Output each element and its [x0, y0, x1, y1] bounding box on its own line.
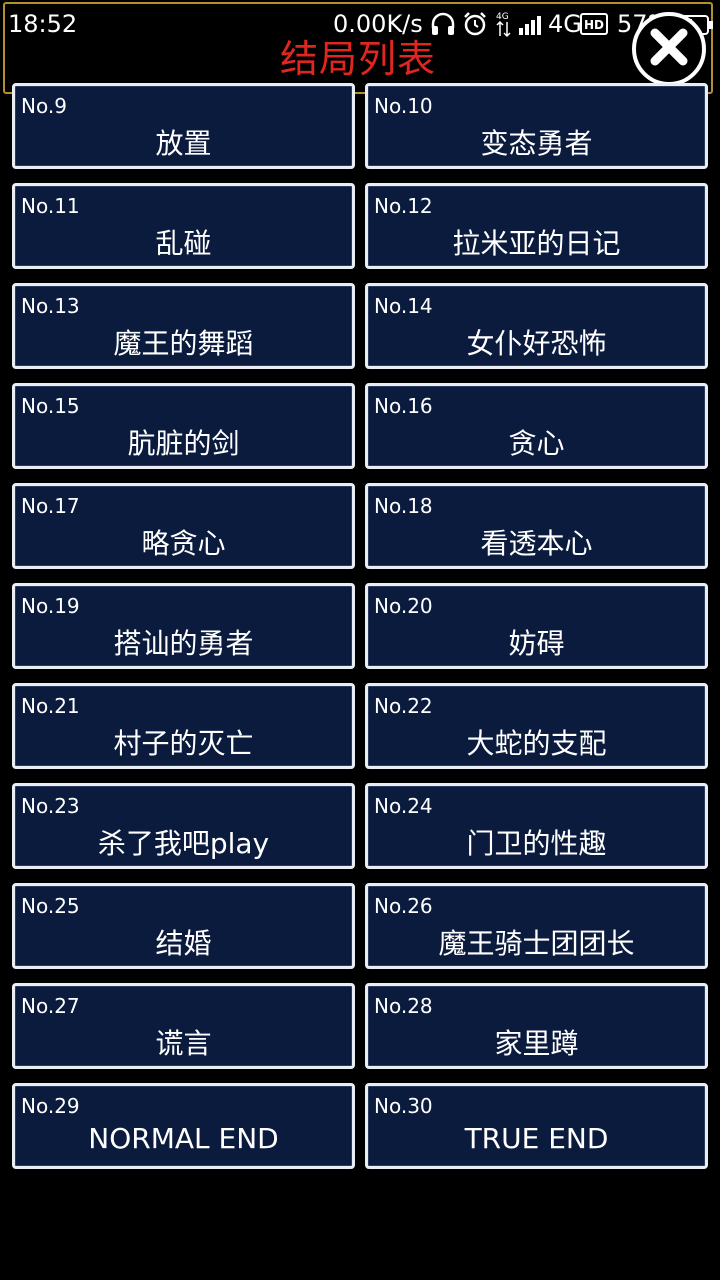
signal-icon [518, 12, 546, 42]
ending-number: No.13 [21, 294, 80, 318]
svg-text:HD: HD [584, 18, 604, 32]
ending-number: No.17 [21, 494, 80, 518]
ending-number: No.14 [374, 294, 433, 318]
ending-name: 贪心 [508, 427, 565, 460]
data-arrows-icon: 4G [494, 10, 514, 44]
status-time: 18:52 [8, 10, 78, 38]
ending-card[interactable]: No.17 略贪心 [12, 483, 355, 569]
ending-name: NORMAL END [88, 1122, 279, 1155]
ending-number: No.10 [374, 94, 433, 118]
ending-name: 看透本心 [480, 527, 593, 560]
status-net-speed: 0.00K/s [333, 10, 423, 38]
ending-name: 略贪心 [141, 527, 226, 560]
ending-card[interactable]: No.26 魔王骑士团团长 [365, 883, 708, 969]
ending-number: No.24 [374, 794, 433, 818]
ending-number: No.19 [21, 594, 80, 618]
ending-card[interactable]: No.11 乱碰 [12, 183, 355, 269]
ending-card[interactable]: No.20 妨碍 [365, 583, 708, 669]
ending-card[interactable]: No.12 拉米亚的日记 [365, 183, 708, 269]
ending-number: No.12 [374, 194, 433, 218]
ending-name: TRUE END [464, 1122, 609, 1155]
ending-name: 门卫的性趣 [466, 827, 607, 860]
ending-number: No.16 [374, 394, 433, 418]
ending-card[interactable]: No.13 魔王的舞蹈 [12, 283, 355, 369]
ending-name: 谎言 [155, 1027, 212, 1060]
headphones-icon [430, 12, 456, 42]
ending-number: No.27 [21, 994, 80, 1018]
ending-number: No.25 [21, 894, 80, 918]
alarm-icon [462, 11, 488, 43]
ending-name: 结婚 [155, 927, 212, 960]
ending-number: No.29 [21, 1094, 80, 1118]
ending-card[interactable]: No.27 谎言 [12, 983, 355, 1069]
ending-number: No.22 [374, 694, 433, 718]
ending-name: 妨碍 [508, 627, 565, 660]
ending-number: No.23 [21, 794, 80, 818]
ending-card[interactable]: No.23 杀了我吧play [12, 783, 355, 869]
ending-number: No.30 [374, 1094, 433, 1118]
hd-icon: HD [580, 12, 608, 42]
ending-card[interactable]: No.18 看透本心 [365, 483, 708, 569]
ending-name: 肮脏的剑 [127, 427, 240, 460]
ending-card[interactable]: No.16 贪心 [365, 383, 708, 469]
ending-name: 杀了我吧play [97, 827, 270, 860]
ending-card[interactable]: No.10 变态勇者 [365, 83, 708, 169]
ending-name: 搭讪的勇者 [113, 627, 254, 660]
ending-card[interactable]: No.28 家里蹲 [365, 983, 708, 1069]
ending-name: 乱碰 [155, 227, 212, 260]
ending-name: 魔王的舞蹈 [113, 327, 254, 360]
ending-name: 家里蹲 [494, 1027, 579, 1060]
close-icon [647, 25, 691, 73]
ending-number: No.15 [21, 394, 80, 418]
ending-number: No.21 [21, 694, 80, 718]
ending-name: 放置 [155, 127, 212, 160]
ending-name: 魔王骑士团团长 [438, 927, 635, 960]
ending-number: No.11 [21, 194, 80, 218]
ending-card[interactable]: No.30 TRUE END [365, 1083, 708, 1169]
ending-card[interactable]: No.9 放置 [12, 83, 355, 169]
ending-card[interactable]: No.15 肮脏的剑 [12, 383, 355, 469]
ending-card[interactable]: No.22 大蛇的支配 [365, 683, 708, 769]
ending-name: 女仆好恐怖 [466, 327, 607, 360]
ending-name: 拉米亚的日记 [452, 227, 621, 260]
network-type-label: 4G [548, 10, 582, 38]
ending-number: No.20 [374, 594, 433, 618]
ending-card[interactable]: No.19 搭讪的勇者 [12, 583, 355, 669]
ending-card[interactable]: No.25 结婚 [12, 883, 355, 969]
svg-text:4G: 4G [496, 12, 509, 22]
ending-name: 村子的灭亡 [113, 727, 254, 760]
ending-card[interactable]: No.24 门卫的性趣 [365, 783, 708, 869]
close-button[interactable] [632, 12, 706, 86]
ending-name: 大蛇的支配 [466, 727, 607, 760]
ending-number: No.18 [374, 494, 433, 518]
ending-number: No.28 [374, 994, 433, 1018]
ending-card[interactable]: No.29 NORMAL END [12, 1083, 355, 1169]
ending-card[interactable]: No.21 村子的灭亡 [12, 683, 355, 769]
ending-number: No.9 [21, 94, 67, 118]
ending-number: No.26 [374, 894, 433, 918]
status-bar: 18:52 0.00K/s 4G 4G HD [0, 0, 720, 50]
ending-card[interactable]: No.14 女仆好恐怖 [365, 283, 708, 369]
ending-name: 变态勇者 [480, 127, 593, 160]
